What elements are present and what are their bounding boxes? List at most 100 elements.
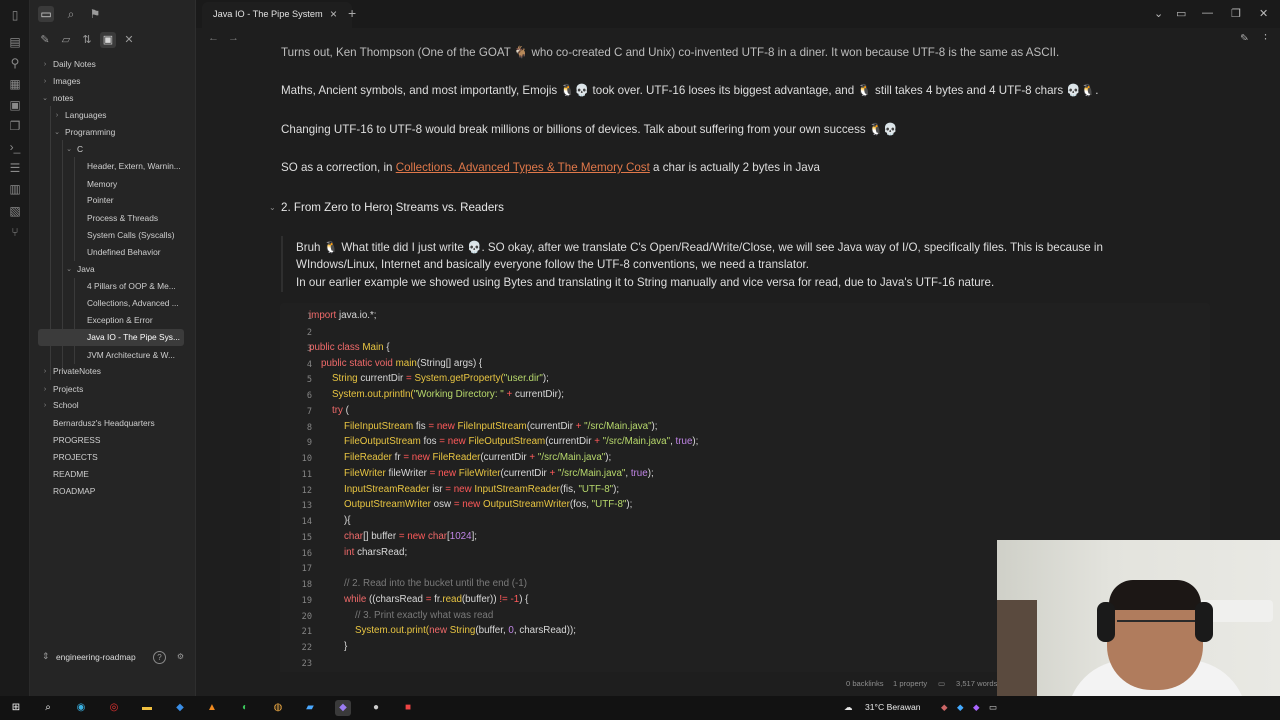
weather-icon[interactable]: ☁ [844,702,853,713]
line-number: 4 [306,360,312,370]
tree-file[interactable]: JVM Architecture & W... [74,347,190,364]
tree-folder-languages[interactable]: › Languages [52,107,190,124]
tree-folder-images[interactable]: › Images [40,73,190,90]
file-icon[interactable]: ▤ [8,35,22,49]
tray-app-icon[interactable]: ◆ [973,702,980,713]
tree-file[interactable]: Bernardusz's Headquarters [40,415,190,432]
tree-file[interactable]: Pointer [74,192,190,209]
internal-link[interactable]: Collections, Advanced Types & The Memory… [396,161,650,174]
tree-file[interactable]: Undefined Behavior [74,244,190,261]
file-explorer-icon[interactable]: ▬ [139,700,155,716]
code-token: = new [398,531,426,542]
tray-app-icon[interactable]: ◆ [957,702,964,713]
code-token: System [332,389,365,400]
vscode-icon[interactable]: ◆ [172,700,188,716]
line-number: 6 [306,391,312,401]
tree-file[interactable]: ROADMAP [40,483,190,500]
grid-icon[interactable]: ▦ [8,77,22,91]
windows-start-icon[interactable]: ⊞ [8,700,24,716]
tree-file[interactable]: 4 Pillars of OOP & Me... [74,278,190,295]
tray-app-icon[interactable]: ◆ [941,702,948,713]
graph-icon[interactable]: ⚲ [8,56,22,70]
tree-file[interactable]: PROGRESS [40,432,190,449]
tree-folder-privatenotes[interactable]: › PrivateNotes [40,363,190,380]
property-count[interactable]: 1 property [893,679,927,688]
edge-browser-icon[interactable]: ◉ [73,700,89,716]
tree-file-active[interactable]: Java IO - The Pipe Sys... [38,329,184,346]
sidebar-toggle-icon[interactable]: ▯ [8,8,22,22]
fold-chevron-icon[interactable]: ⌄ [269,203,276,212]
code-token: new [429,625,448,636]
code-token: "/src/Main.java" [535,452,606,463]
tree-folder-programming[interactable]: ⌄ Programming [52,124,190,141]
tree-folder-java[interactable]: ⌄ Java [64,261,190,278]
close-icon[interactable]: × [330,7,337,21]
collapse-all-icon[interactable]: ✕ [121,32,137,48]
branch-icon[interactable]: ⑂ [8,225,22,239]
copy-icon[interactable]: ❐ [8,119,22,133]
edit-mode-icon[interactable]: ▭ [938,679,945,688]
archive-icon[interactable]: ▧ [8,204,22,218]
auto-reveal-icon[interactable]: ▣ [100,32,116,48]
tab-java-io[interactable]: Java IO - The Pipe System × [202,2,352,28]
vault-switcher[interactable]: ⇕ engineering-roadmap ? ⚙ [30,648,196,668]
maximize-icon[interactable]: ❐ [1231,7,1241,20]
minimize-icon[interactable]: — [1202,7,1213,19]
layout-icon[interactable]: ▭ [1176,7,1186,20]
bookmark-icon[interactable]: ⚑ [87,6,103,22]
code-line: System.out.print(new String(buffer, 0, c… [355,625,576,636]
tree-file[interactable]: Header, Extern, Warnin... [74,158,190,175]
code-token: ); [605,452,612,463]
list-icon[interactable]: ☰ [8,161,22,175]
code-token: (buffer)) [461,594,500,605]
tree-label: Images [53,76,81,86]
tree-folder-projects[interactable]: › Projects [40,381,190,398]
code-token: = new [403,452,430,463]
tree-file[interactable]: README [40,466,190,483]
new-note-icon[interactable]: ✎ [37,32,53,48]
code-token: (currentDir [545,436,595,447]
tree-file[interactable]: System Calls (Syscalls) [74,227,190,244]
search-icon[interactable]: ⌕ [63,6,79,22]
jetbrains-icon[interactable]: ■ [400,700,416,716]
tree-folder-daily-notes[interactable]: › Daily Notes [40,56,190,73]
new-tab-icon[interactable]: + [348,5,356,21]
line-number: 19 [301,596,312,606]
code-token: (buffer, [475,625,509,636]
obsidian-icon[interactable]: ◆ [335,700,351,716]
whatsapp-icon[interactable]: ◐ [237,700,253,716]
close-window-icon[interactable]: ✕ [1259,7,1268,20]
sort-icon[interactable]: ⇅ [79,32,95,48]
tree-folder-c[interactable]: ⌄ C [64,141,190,158]
terminal-icon[interactable]: ›_ [8,140,22,154]
tree-folder-notes[interactable]: ⌄ notes [40,90,190,107]
text-cursor [391,205,392,215]
search-icon[interactable]: ⌕ [40,700,56,716]
chevron-down-icon[interactable]: ⌄ [1154,7,1163,20]
opera-browser-icon[interactable]: ◎ [106,700,122,716]
tree-file[interactable]: Process & Threads [74,210,190,227]
code-token: FileReader [344,452,392,463]
tree-label: Process & Threads [87,213,159,223]
tree-file[interactable]: Exception & Error [74,312,190,329]
book-icon[interactable]: ▥ [8,182,22,196]
file-explorer-sidebar: ▭ ⌕ ⚑ ✎ ▱ ⇅ ▣ ✕ › Daily Notes › Images ⌄ no… [30,0,196,696]
backlinks-count[interactable]: 0 backlinks [846,679,884,688]
gear-icon[interactable]: ⚙ [174,651,187,664]
help-icon[interactable]: ? [153,651,166,664]
terminal-app-icon[interactable]: ▰ [302,700,318,716]
code-token: FileInputStream [344,421,414,432]
weather-status[interactable]: 31°C Berawan [865,702,921,712]
github-icon[interactable]: ● [368,700,384,716]
folder-icon[interactable]: ▭ [38,6,54,22]
tree-file[interactable]: Collections, Advanced ... [74,295,190,312]
tray-app-icon[interactable]: ▭ [989,702,997,713]
chrome-icon[interactable]: ◍ [270,700,286,716]
new-folder-icon[interactable]: ▱ [58,32,74,48]
tree-file[interactable]: Memory [74,176,190,193]
tree-folder-school[interactable]: › School [40,397,190,414]
blender-icon[interactable]: ▲ [204,700,220,716]
code-token: fis [413,421,429,432]
tree-file[interactable]: PROJECTS [40,449,190,466]
calendar-icon[interactable]: ▣ [8,98,22,112]
